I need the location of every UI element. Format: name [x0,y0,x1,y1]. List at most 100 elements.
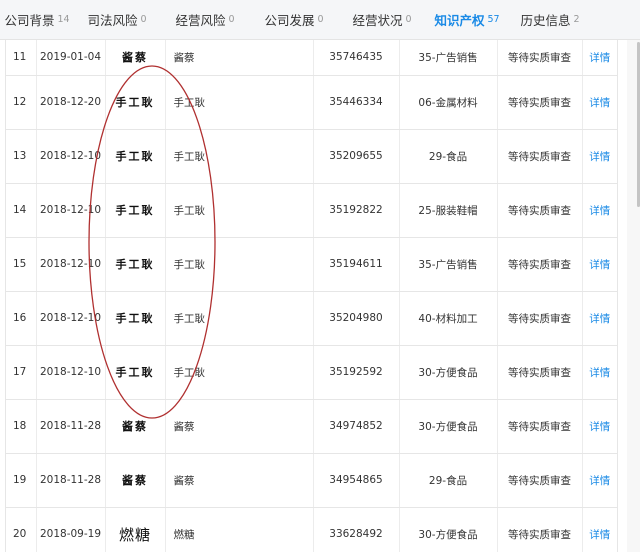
row-number: 18 [6,399,37,454]
international-class: 06-金属材料 [399,75,498,130]
application-date: 2018-12-10 [36,345,106,400]
registration-number: 35746435 [313,40,400,76]
table-row: 11 2019-01-04 酱蔡 酱蔡 35746435 35-广告销售 等待实质审查 详情 [6,40,617,76]
registration-number: 35209655 [313,129,400,184]
tab-operating-risk[interactable]: 经营风险 0 [160,0,250,40]
trademark-logo: 手工耿 [105,183,166,238]
trademark-name: 手工耿 [165,345,314,400]
row-number: 14 [6,183,37,238]
detail-link[interactable]: 详情 [582,237,617,292]
table-row: 14 2018-12-10 手工耿 手工耿 35192822 25-服装鞋帽 等待实质审查详… [6,183,617,238]
row-number: 11 [6,40,37,76]
tab-count: 0 [405,14,412,25]
trademark-status: 等待实质审查 [497,399,583,454]
trademark-status: 等待实质审查 [497,453,583,508]
registration-number: 34974852 [313,399,400,454]
application-date: 2018-12-10 [36,129,106,184]
trademark-name: 手工耿 [165,183,314,238]
trademark-logo: 手工耿 [105,291,166,346]
table-row: 12 2018-12-20 手工耿 手工耿 35446334 06-金属材料 等待实质审查详… [6,75,617,130]
logo-text: 燃糖 [118,525,151,544]
trademark-table: 11 2019-01-04 酱蔡 酱蔡 35746435 35-广告销售 等待实质审查 详情 1… [5,40,618,552]
row-number: 17 [6,345,37,400]
trademark-name: 酱蔡 [165,40,314,76]
international-class: 29-食品 [399,453,498,508]
detail-link[interactable]: 详情 [582,291,617,346]
application-date: 2018-11-28 [36,453,106,508]
international-class: 30-方便食品 [399,345,498,400]
tab-label: 公司发展 [264,13,315,28]
tab-company-development[interactable]: 公司发展 0 [250,0,338,40]
detail-link[interactable]: 详情 [582,75,617,130]
trademark-name: 手工耿 [165,129,314,184]
logo-text: 手工耿 [115,96,155,109]
detail-link[interactable]: 详情 [582,40,617,76]
tab-label: 经营状况 [352,13,403,28]
table-row: 18 2018-11-28 酱蔡 酱蔡 34974852 30-方便食品 等待实质审查 详情 [6,399,617,454]
detail-link[interactable]: 详情 [582,129,617,184]
tab-judicial-risk[interactable]: 司法风险 0 [74,0,160,40]
logo-text: 手工耿 [115,366,155,379]
tab-label: 司法风险 [87,13,138,28]
trademark-name: 酱蔡 [165,399,314,454]
international-class: 30-方便食品 [399,507,498,552]
tab-history[interactable]: 历史信息 2 [508,0,592,40]
registration-number: 35446334 [313,75,400,130]
table-row: 17 2018-12-10 手工耿 手工耿 35192592 30-方便食品 等待实质审查详… [6,345,617,400]
trademark-logo: 手工耿 [105,129,166,184]
row-number: 12 [6,75,37,130]
trademark-name: 手工耿 [165,237,314,292]
trademark-status: 等待实质审查 [497,40,583,76]
table-row: 15 2018-12-10 手工耿 手工耿 35194611 35-广告销售 等待实质审查详… [6,237,617,292]
trademark-status: 等待实质审查 [497,507,583,552]
trademark-name: 酱蔡 [165,453,314,508]
application-date: 2019-01-04 [36,40,106,76]
application-date: 2018-11-28 [36,399,106,454]
tab-count: 0 [317,14,324,25]
trademark-status: 等待实质审查 [497,291,583,346]
detail-link[interactable]: 详情 [582,507,617,552]
registration-number: 35192822 [313,183,400,238]
tab-count: 0 [228,14,235,25]
international-class: 35-广告销售 [399,40,498,76]
tab-operating-status[interactable]: 经营状况 0 [338,0,426,40]
row-number: 20 [6,507,37,552]
trademark-name: 燃糖 [165,507,314,552]
trademark-status: 等待实质审查 [497,75,583,130]
table-row: 19 2018-11-28 酱蔡 酱蔡 34954865 29-食品 等待实质审查 详情 [6,453,617,508]
tab-count: 2 [573,14,580,25]
trademark-status: 等待实质审查 [497,183,583,238]
tab-company-background[interactable]: 公司背景 14 [0,0,74,40]
row-number: 13 [6,129,37,184]
tab-count: 14 [57,14,70,25]
detail-link[interactable]: 详情 [582,399,617,454]
trademark-logo: 手工耿 [105,75,166,130]
application-date: 2018-12-10 [36,291,106,346]
detail-link[interactable]: 详情 [582,345,617,400]
international-class: 25-服装鞋帽 [399,183,498,238]
trademark-logo: 燃糖 [105,507,166,552]
detail-link[interactable]: 详情 [582,183,617,238]
table-row: 20 2018-09-19 燃糖 燃糖 33628492 30-方便食品 等待实质审查 详情 [6,507,617,552]
tab-label: 知识产权 [434,13,485,28]
logo-text: 酱蔡 [122,51,148,65]
logo-text: 手工耿 [115,150,155,163]
trademark-status: 等待实质审查 [497,237,583,292]
tab-label: 经营风险 [175,13,226,28]
logo-text: 手工耿 [115,312,155,325]
international-class: 30-方便食品 [399,399,498,454]
tab-count: 57 [487,14,500,25]
tab-label: 公司背景 [4,13,55,28]
registration-number: 35192592 [313,345,400,400]
row-number: 19 [6,453,37,508]
logo-text: 手工耿 [115,258,155,271]
registration-number: 33628492 [313,507,400,552]
logo-text: 酱蔡 [122,474,148,487]
trademark-name: 手工耿 [165,75,314,130]
tab-label: 历史信息 [520,13,571,28]
trademark-logo: 手工耿 [105,237,166,292]
detail-link[interactable]: 详情 [582,453,617,508]
trademark-status: 等待实质审查 [497,129,583,184]
tab-intellectual-property[interactable]: 知识产权 57 [426,0,508,40]
row-number: 16 [6,291,37,346]
